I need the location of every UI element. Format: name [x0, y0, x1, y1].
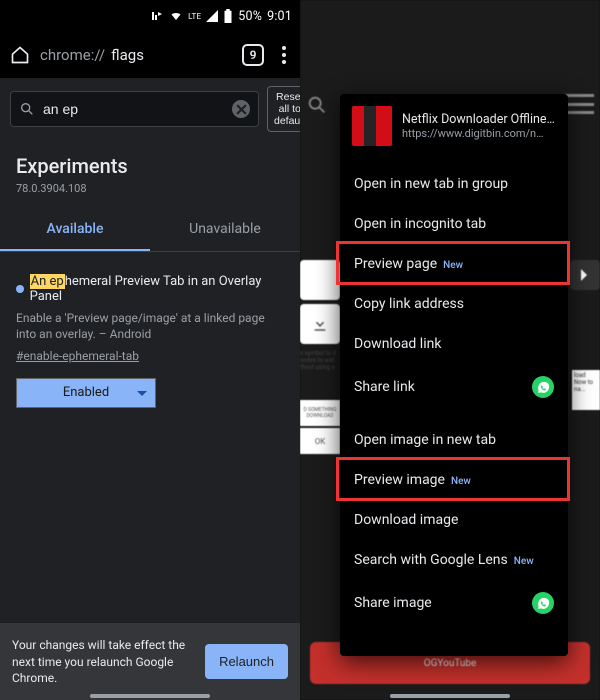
wifi-icon	[169, 10, 183, 22]
new-badge: New	[451, 476, 471, 487]
clear-search-icon[interactable]	[232, 100, 250, 118]
context-menu-item[interactable]: Share link	[340, 364, 568, 410]
hamburger-icon[interactable]	[564, 94, 594, 114]
context-menu-item-label: Download link	[354, 336, 441, 352]
left-pane: LTE 50% 9:01 chrome:// flags 9	[0, 0, 300, 700]
battery-pct: 50%	[238, 9, 262, 24]
flag-title-highlight: An ep	[30, 274, 65, 289]
url-protocol: chrome://	[40, 46, 105, 64]
right-pane: LTE 50% 9:02 digitbin.com 9	[300, 0, 600, 700]
omnibox[interactable]: chrome:// flags	[40, 46, 232, 64]
bg-ok-button: D SOMETHING DOWNLOAD	[300, 400, 340, 426]
flags-page: Reset all to default Experiments 78.0.39…	[0, 78, 300, 700]
context-menu-item-label: Search with Google Lens	[354, 552, 508, 568]
chrome-version: 78.0.3904.108	[0, 180, 300, 207]
context-menu-header[interactable]: Netflix Downloader Offline A… https://ww…	[340, 94, 568, 160]
context-menu-items: Open in new tab in group Open in incognit…	[340, 160, 568, 630]
context-menu-separator	[340, 410, 568, 420]
bg-card	[300, 260, 340, 300]
gesture-pill[interactable]	[390, 694, 510, 698]
new-badge: New	[514, 556, 534, 567]
context-link-title: Netflix Downloader Offline A…	[402, 112, 556, 127]
flag-modified-dot-icon	[16, 285, 24, 293]
flag-state-dropdown[interactable]: Enabled	[16, 378, 156, 408]
signal-icon	[206, 10, 218, 22]
omnibox-row: chrome:// flags 9	[0, 32, 300, 78]
bg-play-icon	[570, 260, 600, 290]
new-badge: New	[443, 260, 463, 271]
search-icon	[19, 101, 35, 117]
context-link-url: https://www.digitbin.com/n…	[402, 127, 556, 140]
tab-count: 9	[250, 48, 257, 62]
bg-ok-label: OK	[300, 428, 340, 454]
flag-tabs: Available Unavailable	[0, 207, 300, 252]
context-menu-item-label: Preview image	[354, 472, 445, 488]
relaunch-bar: Your changes will take effect the next t…	[0, 623, 300, 700]
bg-right-card: load Now to na...	[572, 370, 600, 410]
whatsapp-icon	[532, 592, 554, 614]
bg-youtube-label: OGYouTube	[424, 658, 477, 669]
context-menu-item[interactable]: Download link	[340, 324, 568, 364]
flag-anchor-link[interactable]: #enable-ephemeral-tab	[16, 349, 139, 363]
context-menu-item-label: Open image in new tab	[354, 432, 496, 448]
context-menu-item[interactable]: Open in incognito tab	[340, 204, 568, 244]
page-title: Experiments	[0, 140, 300, 180]
context-link-thumbnail	[352, 106, 392, 146]
url-path: flags	[111, 46, 144, 64]
context-menu-item-label: Download image	[354, 512, 458, 528]
gesture-pill[interactable]	[90, 694, 210, 698]
context-menu-item-label: Preview page	[354, 256, 437, 272]
whatsapp-icon	[532, 376, 554, 398]
context-menu-item[interactable]: Preview image New	[340, 460, 568, 500]
context-menu-item-label: Share image	[354, 595, 432, 611]
overflow-menu-icon[interactable]	[274, 45, 294, 65]
flag-description: Enable a 'Preview page/image' at a linke…	[16, 304, 284, 344]
flags-search-input[interactable]	[43, 101, 224, 117]
page-search-icon[interactable]	[306, 94, 328, 116]
tab-available[interactable]: Available	[0, 207, 150, 251]
context-menu-item-label: Copy link address	[354, 296, 464, 312]
flags-search-box[interactable]	[10, 91, 259, 127]
bg-download-icon	[300, 304, 340, 344]
context-menu-item-label: Share link	[354, 379, 415, 395]
context-menu-item[interactable]: Share image	[340, 580, 568, 626]
status-bar: LTE 50% 9:01	[0, 0, 300, 32]
link-context-menu: Netflix Downloader Offline A… https://ww…	[340, 94, 568, 656]
tab-switcher[interactable]: 9	[242, 44, 264, 66]
relaunch-message: Your changes will take effect the next t…	[12, 637, 195, 686]
context-menu-item[interactable]: Open in new tab in group	[340, 164, 568, 204]
context-menu-item[interactable]: Copy link address	[340, 284, 568, 324]
home-icon[interactable]	[10, 45, 30, 65]
flag-state-value: Enabled	[63, 385, 109, 400]
context-menu-item-label: Open in new tab in group	[354, 176, 508, 192]
context-menu-item[interactable]: Search with Google Lens New	[340, 540, 568, 580]
volte-icon	[150, 10, 164, 22]
context-menu-item-label: Open in incognito tab	[354, 216, 486, 232]
context-menu-item[interactable]: Preview page New	[340, 244, 568, 284]
flag-entry: An ephemeral Preview Tab in an Overlay P…	[0, 252, 300, 417]
battery-icon	[223, 9, 233, 23]
clock: 9:01	[267, 9, 292, 24]
flag-title: An ephemeral Preview Tab in an Overlay P…	[16, 274, 284, 304]
context-menu-item[interactable]: Open image in new tab	[340, 420, 568, 460]
context-menu-item[interactable]: Download image	[340, 500, 568, 540]
tab-unavailable[interactable]: Unavailable	[150, 207, 300, 251]
lte-label: LTE	[188, 12, 201, 21]
bg-text: s symbol to d sodes to wat thout using a	[300, 350, 340, 372]
flag-title-rest: hemeral Preview Tab in an Overlay Panel	[30, 274, 262, 304]
reset-all-button[interactable]: Reset all to default	[267, 86, 300, 132]
relaunch-button[interactable]: Relaunch	[205, 644, 288, 679]
